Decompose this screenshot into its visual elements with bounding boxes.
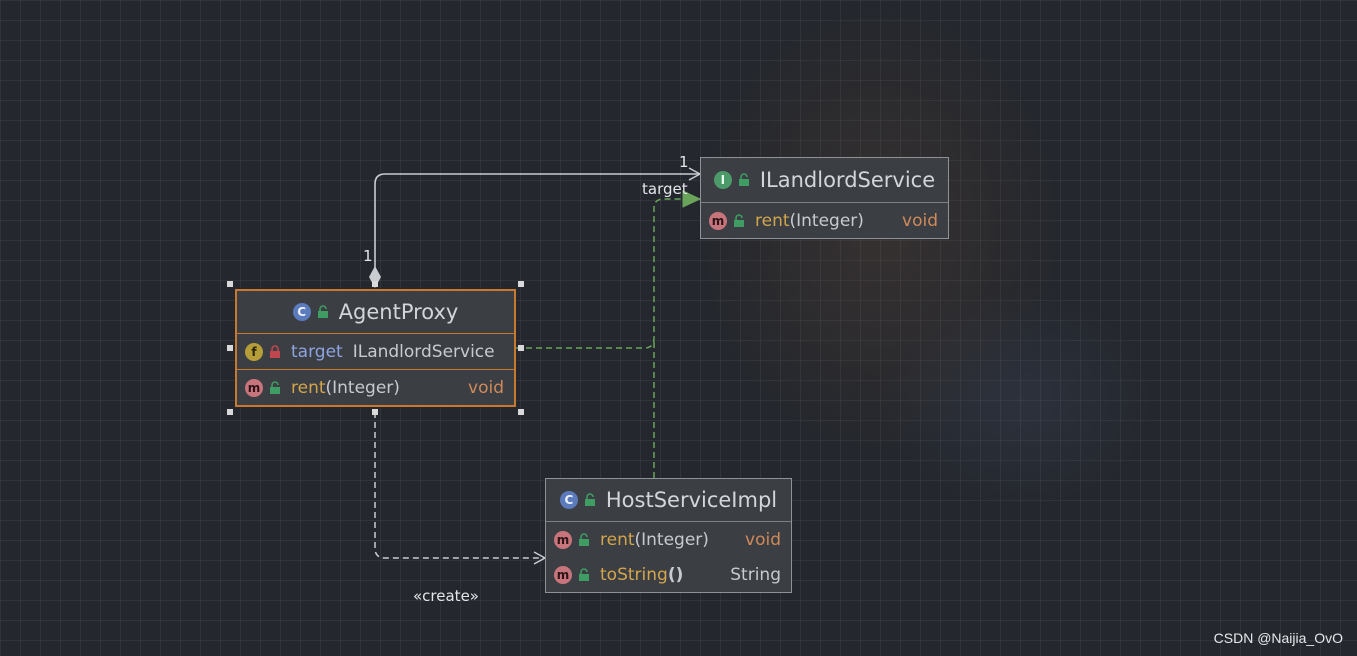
field-name: target <box>291 341 343 362</box>
field-row[interactable]: f target ILandlordService <box>237 334 514 370</box>
method-badge-icon: m <box>245 378 263 397</box>
resize-handle-s[interactable] <box>372 409 378 415</box>
resize-handle-n[interactable] <box>372 281 378 287</box>
public-unlock-icon <box>579 532 589 546</box>
resize-handle-nw[interactable] <box>227 281 233 287</box>
public-unlock-icon <box>270 380 280 394</box>
create-dependency-edge[interactable] <box>374 412 547 565</box>
interface-ilandlordservice[interactable]: I ILandlordService m rent(Integer) void <box>700 157 949 239</box>
resize-handle-sw[interactable] <box>227 409 233 415</box>
create-label: «create» <box>413 587 479 605</box>
class-header: I ILandlordService <box>701 158 948 203</box>
method-row[interactable]: m rent(Integer) void <box>546 522 791 557</box>
method-return-type: void <box>468 377 504 398</box>
method-params: (Integer) <box>634 529 709 550</box>
public-unlock-icon <box>734 213 744 227</box>
method-return-type: String <box>730 564 781 585</box>
method-row[interactable]: m rent(Integer) void <box>237 370 514 405</box>
method-name: rent <box>600 529 635 550</box>
method-name: toString <box>600 564 668 585</box>
method-return-type: void <box>745 529 781 550</box>
class-header: C AgentProxy <box>237 291 514 334</box>
method-badge-icon: m <box>554 530 572 549</box>
class-title: ILandlordService <box>759 168 936 192</box>
target-multiplicity: 1 <box>679 153 689 171</box>
field-type: ILandlordService <box>352 341 495 362</box>
resize-handle-se[interactable] <box>518 409 524 415</box>
method-badge-icon: m <box>709 211 727 230</box>
class-title: AgentProxy <box>338 300 459 324</box>
public-unlock-icon <box>317 305 328 318</box>
association-role-label: target <box>642 180 688 198</box>
public-unlock-icon <box>584 493 595 506</box>
class-badge-icon: C <box>559 491 578 509</box>
method-row[interactable]: m toString() String <box>546 557 791 592</box>
class-title: HostServiceImpl <box>605 488 778 512</box>
class-hostserviceimpl[interactable]: C HostServiceImpl m rent(Integer) void m… <box>545 478 792 593</box>
field-badge-icon: f <box>245 342 263 361</box>
method-params: () <box>667 564 684 585</box>
source-multiplicity: 1 <box>363 247 373 265</box>
method-name: rent <box>291 377 326 398</box>
realization-edge-agent[interactable] <box>516 190 702 349</box>
interface-badge-icon: I <box>713 171 732 189</box>
resize-handle-e[interactable] <box>518 345 524 351</box>
method-params: (Integer) <box>325 377 400 398</box>
method-params: (Integer) <box>789 210 864 231</box>
public-unlock-icon <box>738 173 749 186</box>
resize-handle-w[interactable] <box>227 345 233 351</box>
method-badge-icon: m <box>554 565 572 584</box>
watermark: CSDN @Naijia_OvO <box>1213 630 1343 646</box>
resize-handle-ne[interactable] <box>518 281 524 287</box>
method-row[interactable]: m rent(Integer) void <box>701 203 948 238</box>
method-return-type: void <box>902 210 938 231</box>
class-header: C HostServiceImpl <box>546 479 791 522</box>
class-agentproxy[interactable]: C AgentProxy f target ILandlordService m… <box>235 289 516 407</box>
public-unlock-icon <box>579 567 589 581</box>
class-badge-icon: C <box>292 303 311 321</box>
private-lock-icon <box>270 344 280 358</box>
method-name: rent <box>755 210 790 231</box>
